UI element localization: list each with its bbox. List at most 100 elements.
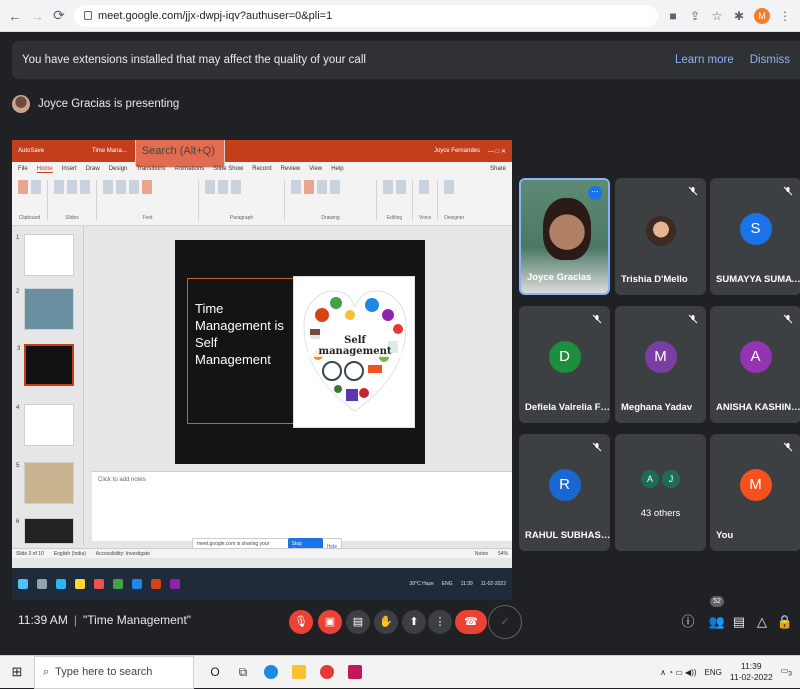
participant-tile-you[interactable]: M You	[710, 434, 800, 551]
forward-icon[interactable]: →	[30, 8, 44, 24]
captions-button[interactable]: ▤	[346, 610, 370, 634]
browser-toolbar: ← → ⟳ meet.google.com/jjx-dwpj-iqv?authu…	[0, 0, 800, 32]
address-bar[interactable]: meet.google.com/jjx-dwpj-iqv?authuser=0&…	[74, 4, 658, 27]
participant-name: Defiela Valrelia Fern...	[525, 402, 610, 413]
avatar: S	[739, 212, 772, 245]
profile-avatar[interactable]: M	[754, 7, 770, 24]
notes-pane: Click to add notes	[92, 471, 512, 541]
tray-clock[interactable]: 11:39 11-02-2022	[730, 661, 773, 683]
mic-off-button[interactable]: 🎙	[289, 610, 313, 634]
self-management-image: Self management	[293, 276, 415, 428]
participant-name: Meghana Yadav	[621, 402, 693, 413]
status-lang: English (India)	[53, 550, 86, 557]
shared-tray: 30°C Haze ENG 11:39 11-02-2022	[410, 581, 506, 587]
windows-start-icon[interactable]: ⊞	[0, 664, 34, 680]
avatar: J	[662, 470, 680, 488]
pp-tab: View	[309, 166, 323, 172]
activities-icon[interactable]: △	[752, 612, 772, 632]
cortana-icon[interactable]: O	[208, 665, 222, 679]
meeting-time: 11:39 AM	[18, 613, 68, 627]
camera-off-button[interactable]: ▣	[318, 610, 342, 634]
notification-icon[interactable]: ▭3	[781, 666, 792, 678]
camera-icon[interactable]: ■	[666, 9, 680, 23]
chat-icon[interactable]: ▤	[729, 612, 749, 632]
people-icon[interactable]: 👥	[707, 612, 727, 632]
mic-off-icon	[592, 442, 602, 452]
pp-tab: Slide Show	[213, 166, 244, 172]
banner-message: You have extensions installed that may a…	[22, 54, 366, 66]
leave-call-button[interactable]: ☎	[455, 610, 487, 634]
mic-off-icon	[688, 314, 698, 324]
task-view-icon[interactable]: ⧉	[236, 665, 250, 679]
pp-tab: Design	[108, 166, 128, 172]
share-page-icon[interactable]: ⇪	[688, 9, 702, 23]
present-button[interactable]: ⬆	[402, 610, 426, 634]
search-icon: ⌕	[43, 665, 50, 678]
taskbar-search-input[interactable]: ⌕ Type here to search	[34, 655, 194, 689]
info-icon[interactable]: ⓘ	[678, 612, 698, 632]
slide-thumb: 2	[16, 288, 74, 330]
shared-lang: ENG	[441, 581, 453, 587]
presenter-text: Joyce Gracias is presenting	[38, 98, 180, 110]
mic-off-icon	[688, 186, 698, 196]
learn-more-link[interactable]: Learn more	[675, 54, 734, 66]
tray-time: 11:39	[740, 661, 762, 671]
people-count-badge: 52	[710, 596, 724, 607]
pp-tab: Help	[331, 166, 344, 172]
pp-workspace: 1 2 3 4 5 6 Time Management is Self Mana…	[12, 226, 512, 568]
participant-tile-meghana[interactable]: M Meghana Yadav	[615, 306, 706, 423]
pp-ribbon: Clipboard Slides Font Paragraph Drawing …	[12, 176, 512, 226]
dismiss-button[interactable]: Dismiss	[750, 54, 790, 66]
tray-lang[interactable]: ENG	[705, 668, 722, 677]
participant-tile-others[interactable]: A J 43 others	[615, 434, 706, 551]
chrome-icon[interactable]	[320, 665, 334, 679]
more-options-button[interactable]: ⋮	[428, 610, 452, 634]
meeting-controls: 11:39 AM | "Time Management" 🎙 ▣ ▤ ✋ ⬆ ⋮ ☎…	[0, 588, 800, 655]
avatar: A	[739, 340, 772, 373]
participant-tile-sumayya[interactable]: S SUMAYYA SUMAYYA	[710, 178, 800, 295]
url-text: meet.google.com/jjx-dwpj-iqv?authuser=0&…	[98, 9, 333, 22]
notes-placeholder: Click to add notes	[98, 477, 146, 483]
pp-search-box: Search (Alt+Q)	[134, 140, 225, 168]
current-slide: Time Management is Self Management Self …	[175, 240, 425, 464]
participant-tile-joyce[interactable]: ⋯ Joyce Gracias	[519, 178, 610, 295]
slide-title: Time Management is Self Management	[195, 301, 284, 367]
raise-hand-button[interactable]: ✋	[374, 610, 398, 634]
file-explorer-icon[interactable]	[292, 665, 306, 679]
bookmark-star-icon[interactable]: ☆	[710, 9, 724, 23]
ribbon-group: Paragraph	[205, 180, 285, 221]
extensions-icon[interactable]: ✱	[732, 9, 746, 23]
pp-tab: Draw	[85, 166, 100, 172]
participant-tile-trishia[interactable]: Trishia D'Mello	[615, 178, 706, 295]
reload-icon[interactable]: ⟳	[52, 7, 66, 24]
powerpoint-titlebar: AutoSave Time Mana... Search (Alt+Q) Joy…	[12, 140, 512, 168]
participant-tile-rahul[interactable]: R RAHUL SUBHASH G...	[519, 434, 610, 551]
mic-off-icon	[592, 314, 602, 324]
slide-thumb: 6	[16, 518, 74, 544]
avatar: M	[644, 340, 677, 373]
meet-window: You have extensions installed that may a…	[0, 33, 800, 655]
participant-name: You	[716, 530, 734, 541]
meeting-clock: 11:39 AM | "Time Management"	[18, 613, 192, 627]
presenter-label: Joyce Gracias is presenting	[12, 89, 179, 119]
slide-thumbnails: 1 2 3 4 5 6	[12, 226, 84, 546]
app-icon[interactable]	[348, 665, 362, 679]
ribbon-group: Voice	[419, 180, 439, 221]
pp-tab: Transitions	[136, 166, 166, 172]
participant-tile-defiela[interactable]: D Defiela Valrelia Fern...	[519, 306, 610, 423]
menu-kebab-icon[interactable]: ⋮	[778, 9, 792, 23]
participant-name: ANISHA KASHINAT...	[716, 402, 800, 413]
edge-icon[interactable]	[264, 665, 278, 679]
pp-tab: Insert	[61, 166, 77, 172]
participant-tile-anisha[interactable]: A ANISHA KASHINAT...	[710, 306, 800, 423]
host-controls-icon[interactable]: 🔒	[775, 612, 795, 632]
system-tray: ∧ ◔ ▭ ◀)) ENG 11:39 11-02-2022 ▭3	[660, 661, 800, 683]
profile-photo	[645, 216, 676, 246]
check-icon: ✓	[488, 605, 522, 639]
avatar: A	[641, 470, 659, 488]
ribbon-group: Designer	[444, 180, 470, 221]
tray-icons[interactable]: ∧ ◔ ▭ ◀))	[660, 668, 696, 677]
more-options-icon[interactable]: ⋯	[588, 186, 602, 200]
back-icon[interactable]: ←	[8, 8, 22, 24]
avatar: R	[548, 468, 581, 501]
